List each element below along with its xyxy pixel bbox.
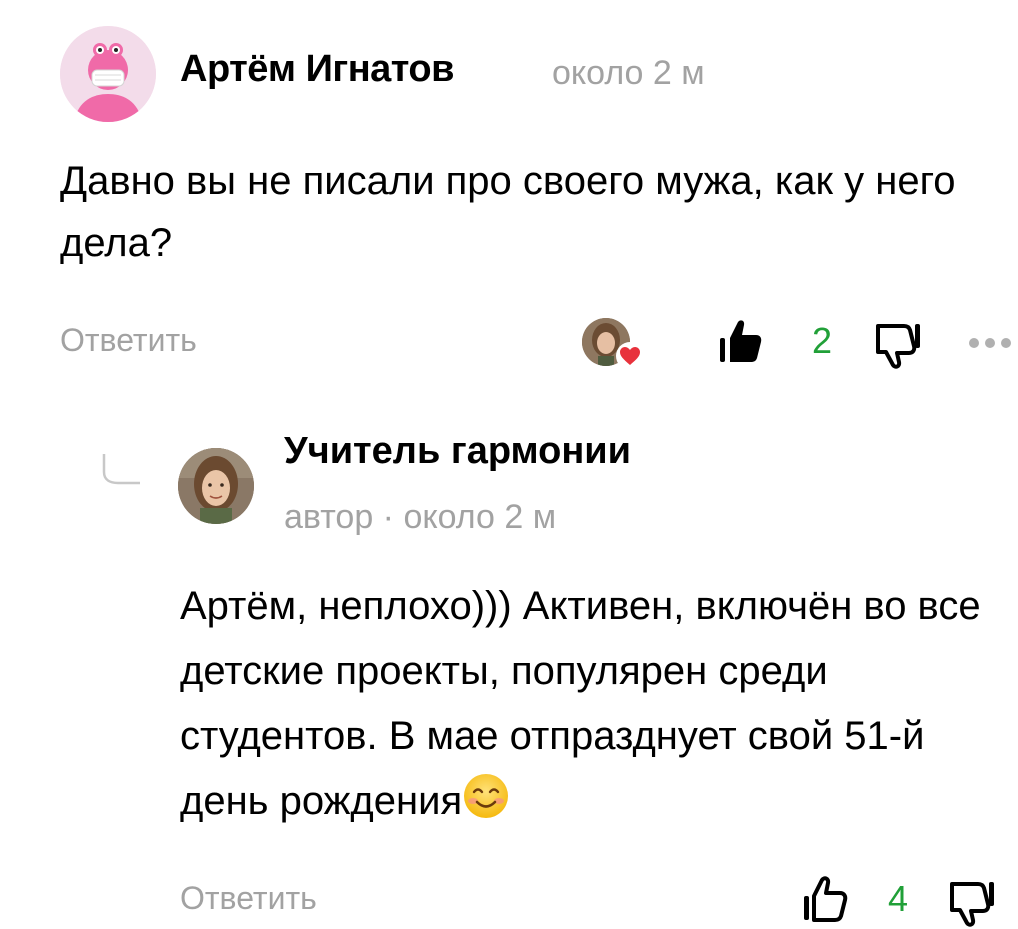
reply-button[interactable]: Ответить — [180, 880, 317, 917]
avatar[interactable] — [60, 26, 156, 122]
dislike-button[interactable] — [874, 320, 922, 370]
heart-icon — [620, 347, 640, 365]
more-options-button[interactable] — [968, 336, 1018, 350]
heart-reaction-badge — [616, 342, 644, 370]
pink-character-avatar-icon — [60, 26, 156, 122]
like-button[interactable] — [800, 874, 848, 924]
comment-author-name[interactable]: Артём Игнатов — [180, 48, 454, 91]
reactor-avatar[interactable] — [582, 318, 644, 370]
thumbs-up-icon — [804, 876, 848, 922]
comment-timestamp: около 2 м — [552, 54, 705, 92]
avatar[interactable] — [178, 448, 254, 524]
reply-author-name[interactable]: Учитель гармонии — [284, 430, 631, 473]
reply-meta: автор · около 2 м — [284, 498, 557, 536]
smiling-face-emoji-icon — [464, 774, 509, 818]
reply-text-body: Артём, неплохо))) Активен, включён во вс… — [180, 584, 981, 823]
likes-count: 4 — [888, 878, 909, 919]
thread-connector-icon — [100, 452, 142, 486]
portrait-photo-icon — [178, 448, 254, 524]
thumbs-down-icon — [950, 882, 994, 927]
dislike-button[interactable] — [948, 878, 996, 928]
comment-text: Давно вы не писали про своего мужа, как … — [60, 159, 956, 265]
thumbs-up-filled-icon — [720, 320, 762, 362]
three-dots-icon — [969, 338, 1011, 348]
likes-count: 2 — [812, 320, 833, 361]
like-button[interactable] — [716, 316, 766, 366]
thumbs-down-icon — [876, 324, 920, 369]
reply-text: Артём, неплохо))) Активен, включён во вс… — [180, 574, 1010, 834]
reply-button[interactable]: Ответить — [60, 322, 197, 359]
comments-page: Артём Игнатов около 2 м Давно вы не писа… — [0, 0, 1018, 929]
